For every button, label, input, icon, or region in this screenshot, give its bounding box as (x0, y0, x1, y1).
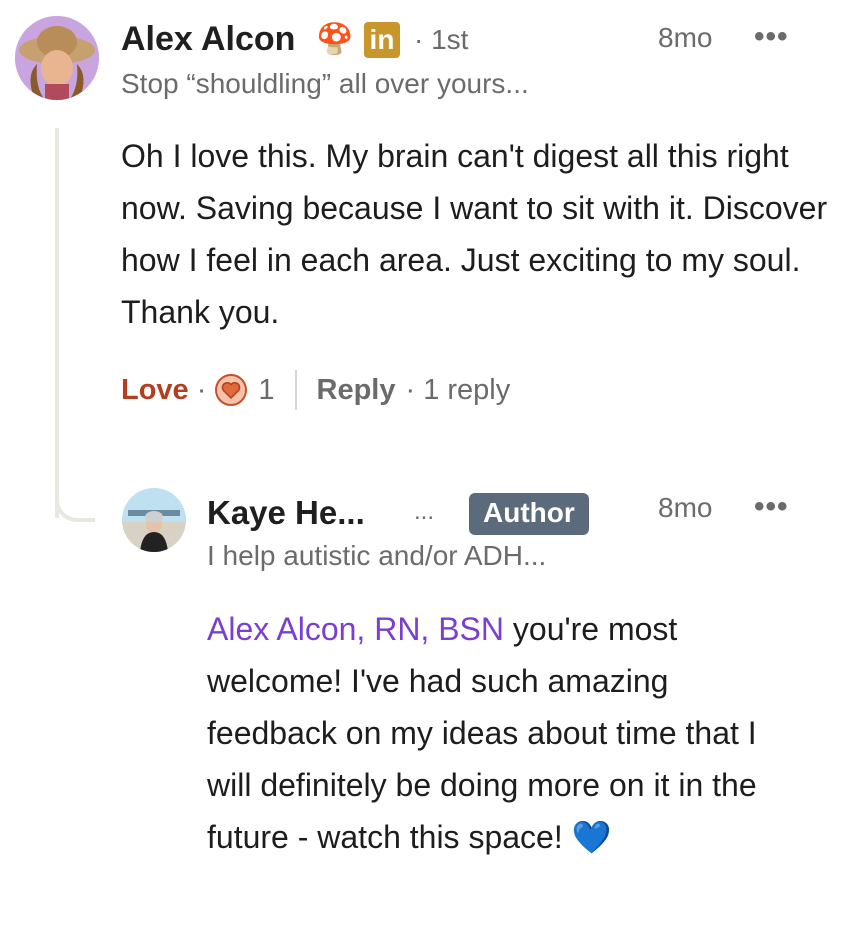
love-reaction-button[interactable]: Love (121, 374, 189, 407)
mention-link[interactable]: Alex Alcon, RN, BSN (207, 611, 504, 647)
reaction-count[interactable]: 1 (258, 374, 274, 407)
mushroom-emoji: 🍄 (316, 23, 354, 56)
comment-more-options-icon[interactable]: ••• (754, 20, 789, 54)
commenter-avatar[interactable] (15, 16, 99, 100)
commenter-name-text[interactable]: Alex Alcon (121, 20, 295, 58)
comment-time: 8mo (658, 22, 713, 53)
reply-name-ellipsis: ... (414, 498, 435, 525)
thread-connector (55, 128, 59, 518)
comment-text: Oh I love this. My brain can't digest al… (121, 138, 828, 330)
reply-time: 8mo (658, 492, 713, 523)
connection-degree: · 1st (414, 24, 469, 55)
commenter-avatar-image (15, 16, 99, 100)
love-reaction-icon[interactable] (214, 373, 248, 407)
action-separator-dot: · (196, 373, 207, 406)
reply-button[interactable]: Reply (317, 374, 396, 407)
comment-actions: Love · 1 Reply · 1 reply (121, 370, 510, 410)
action-divider (294, 370, 297, 410)
author-badge: Author (469, 493, 589, 535)
linkedin-premium-icon[interactable]: in (364, 22, 400, 58)
reply-author-name[interactable]: Kaye He... (207, 494, 365, 532)
reply-author-avatar[interactable] (122, 488, 186, 552)
thread-connector-curve (55, 490, 95, 522)
reply-author-avatar-image (122, 488, 186, 552)
commenter-headline: Stop “shouldling” all over yours... (121, 68, 529, 99)
replies-count-link[interactable]: · 1 reply (405, 374, 510, 407)
reply-text: Alex Alcon, RN, BSN you're most welcome!… (207, 603, 807, 863)
reply-more-options-icon[interactable]: ••• (754, 490, 789, 524)
commenter-name[interactable]: Alex Alcon (121, 20, 295, 59)
reply-author-headline: I help autistic and/or ADH... (207, 540, 547, 571)
reply-text-body: you're most welcome! I've had such amazi… (207, 611, 757, 855)
